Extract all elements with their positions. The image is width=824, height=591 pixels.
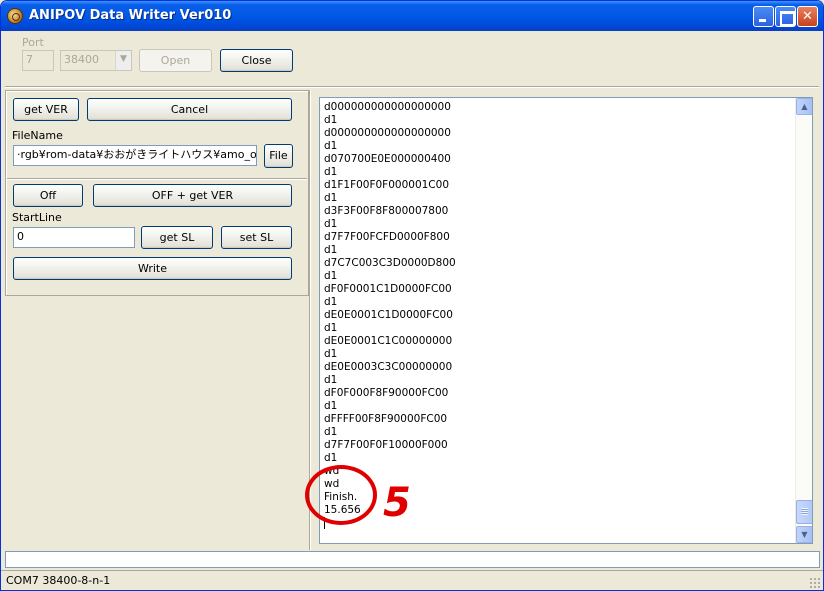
log-line: d1	[324, 374, 338, 386]
log-line: wd	[324, 465, 340, 477]
log-line: d3F3F00F8F800007800	[324, 205, 449, 217]
port-label: Port	[22, 36, 44, 49]
log-line: d1	[324, 452, 338, 464]
startline-field[interactable]: 0	[13, 227, 135, 248]
log-output[interactable]: d000000000000000000 d1 d000000000000000000…	[319, 97, 813, 544]
filename-field[interactable]: ·rgb¥rom-data¥おおがきライトハウス¥amo_only.csv	[13, 145, 257, 166]
cancel-button[interactable]: Cancel	[87, 98, 292, 121]
get-ver-button[interactable]: get VER	[13, 98, 79, 121]
minimize-icon[interactable]	[753, 6, 774, 27]
log-line: d1	[324, 426, 338, 438]
log-line: dF0F000F8F90000FC00	[324, 387, 449, 399]
splitter[interactable]	[309, 90, 311, 550]
write-button[interactable]: Write	[13, 257, 292, 280]
log-line: d1	[324, 192, 338, 204]
log-line: d000000000000000000	[324, 101, 451, 113]
log-line: dE0E0001C1C00000000	[324, 335, 453, 347]
log-line: dE0E0001C1D0000FC00	[324, 309, 453, 321]
log-line: d070700E0E000000400	[324, 153, 451, 165]
baud-rate-select[interactable]: 38400 ▼	[60, 50, 132, 71]
annotation-number: 5	[383, 480, 411, 526]
port-number-field[interactable]: 7	[22, 50, 54, 71]
log-line: dE0E0003C3C00000000	[324, 361, 453, 373]
maximize-icon[interactable]	[775, 6, 796, 27]
separator	[7, 178, 307, 180]
progress-bar	[5, 551, 820, 568]
log-line: d7F7F00FCFD0000F800	[324, 231, 450, 243]
close-port-button[interactable]: Close	[220, 49, 293, 72]
status-text: COM7 38400-8-n-1	[6, 574, 111, 587]
title-bar[interactable]: ANIPOV Data Writer Ver010	[1, 1, 823, 31]
app-window: ANIPOV Data Writer Ver010 Port 7 38400 ▼…	[0, 0, 824, 591]
file-browse-button[interactable]: File	[264, 144, 293, 168]
log-line: d1	[324, 400, 338, 412]
log-line: d1	[324, 218, 338, 230]
status-bar: COM7 38400-8-n-1	[1, 570, 823, 590]
scroll-thumb[interactable]	[796, 500, 812, 524]
log-line: d000000000000000000	[324, 127, 451, 139]
log-line: d1	[324, 166, 338, 178]
chevron-up-icon[interactable]: ▲	[796, 98, 812, 115]
log-line: d7C7C003C3D0000D800	[324, 257, 456, 269]
window-title: ANIPOV Data Writer Ver010	[29, 8, 232, 23]
log-line: d7F7F00F0F10000F000	[324, 439, 448, 451]
text-caret	[324, 517, 325, 529]
off-button[interactable]: Off	[13, 184, 83, 207]
log-line: d1F1F00F0F000001C00	[324, 179, 450, 191]
log-line: dF0F0001C1D0000FC00	[324, 283, 452, 295]
separator	[5, 86, 819, 88]
log-scrollbar[interactable]: ▲ ▼	[795, 98, 812, 543]
log-line: d1	[324, 296, 338, 308]
log-lines: d000000000000000000 d1 d000000000000000000…	[324, 101, 456, 517]
log-line: d1	[324, 270, 338, 282]
close-icon[interactable]	[797, 6, 818, 27]
log-line: d1	[324, 114, 338, 126]
filename-label: FileName	[12, 129, 63, 142]
chevron-down-icon[interactable]: ▼	[115, 51, 131, 70]
log-line: d1	[324, 244, 338, 256]
log-line: d1	[324, 322, 338, 334]
chevron-down-icon[interactable]: ▼	[796, 526, 812, 543]
set-sl-button[interactable]: set SL	[221, 226, 292, 249]
baud-rate-value: 38400	[64, 53, 99, 66]
open-button[interactable]: Open	[139, 49, 212, 72]
app-icon[interactable]	[7, 8, 23, 24]
startline-label: StartLine	[12, 211, 62, 224]
off-get-ver-button[interactable]: OFF + get VER	[93, 184, 292, 207]
get-sl-button[interactable]: get SL	[141, 226, 213, 249]
log-line: d1	[324, 140, 338, 152]
resize-grip-icon[interactable]	[809, 577, 821, 589]
log-line: d1	[324, 348, 338, 360]
log-line: dFFFF00F8F90000FC00	[324, 413, 448, 425]
